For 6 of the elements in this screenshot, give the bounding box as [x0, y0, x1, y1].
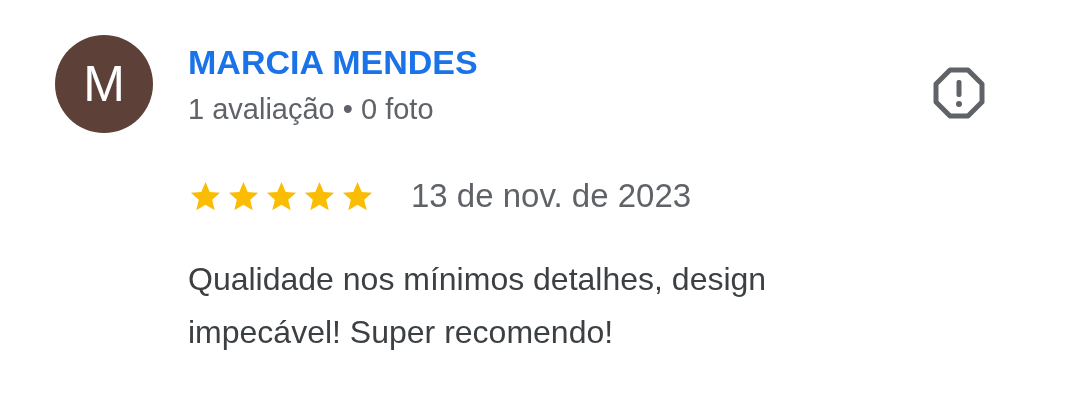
author-name[interactable]: MARCIA MENDES [188, 41, 478, 83]
avatar: M [55, 35, 153, 133]
author-meta: 1 avaliação • 0 foto [188, 92, 434, 127]
review-text: Qualidade nos mínimos detalhes, design impecável! Super recomendo! [188, 260, 768, 352]
review-date: 13 de nov. de 2023 [411, 177, 692, 215]
report-icon[interactable] [933, 67, 985, 119]
